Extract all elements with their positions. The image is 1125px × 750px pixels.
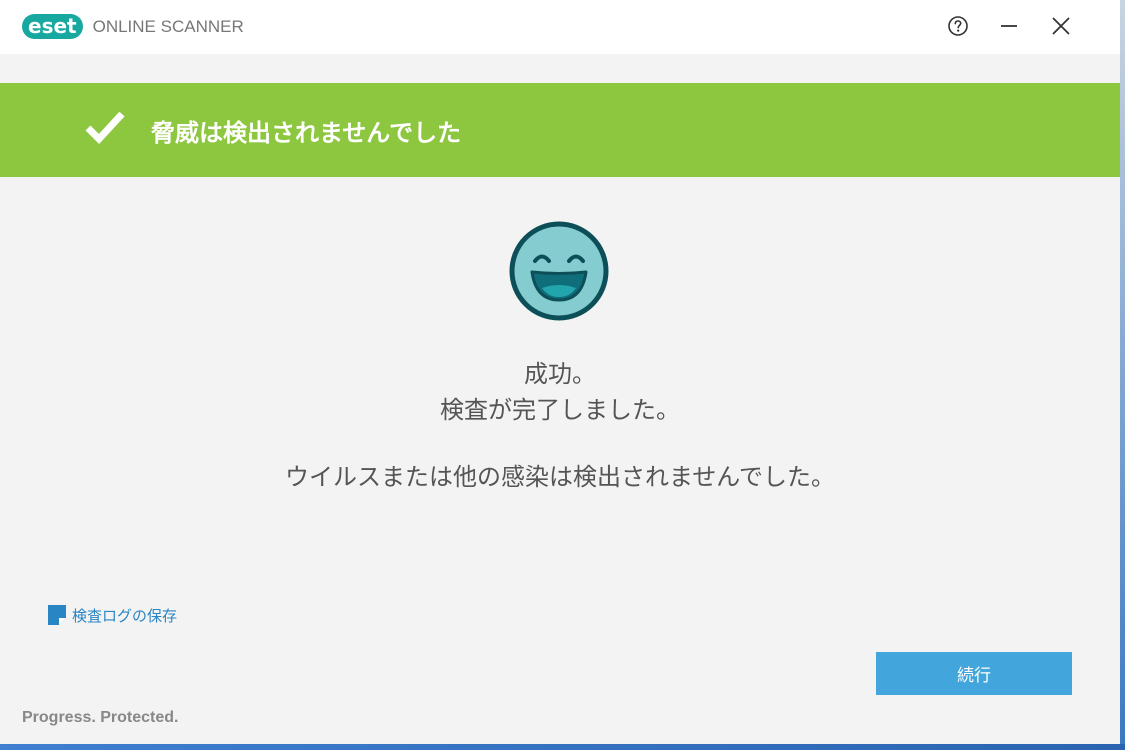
save-log-link[interactable]: 検査ログの保存 — [48, 604, 177, 626]
save-log-label: 検査ログの保存 — [72, 606, 178, 625]
question-circle-icon — [948, 16, 968, 36]
close-icon — [1052, 17, 1070, 35]
result-subtitle: 検査が完了しました。 — [440, 396, 680, 424]
banner-title: 脅威は検出されませんでした — [151, 119, 462, 147]
minimize-icon — [1001, 25, 1017, 27]
help-button[interactable] — [944, 12, 972, 40]
eset-logo: eset ONLINE SCANNER — [22, 13, 244, 40]
taskbar-edge — [0, 744, 1125, 750]
result-detail: ウイルスまたは他の感染は検出されませんでした。 — [284, 463, 836, 491]
continue-button[interactable]: 続行 — [876, 652, 1072, 695]
document-icon — [48, 605, 66, 625]
close-button[interactable] — [1047, 12, 1075, 40]
checkmark-icon — [85, 111, 125, 145]
app-name: ONLINE SCANNER — [92, 16, 244, 36]
window-edge-right — [1120, 0, 1125, 750]
minimize-button[interactable] — [995, 12, 1023, 40]
result-title: 成功。 — [524, 360, 596, 388]
scanner-window: eset ONLINE SCANNER 脅威は検出されませんでした 成功。 検査… — [0, 0, 1120, 744]
tagline: Progress. Protected. — [22, 709, 179, 726]
smiley-face-icon — [509, 221, 609, 321]
status-banner: 脅威は検出されませんでした — [0, 83, 1120, 177]
title-bar: eset ONLINE SCANNER — [0, 0, 1120, 54]
eset-logo-badge: eset — [22, 14, 83, 39]
